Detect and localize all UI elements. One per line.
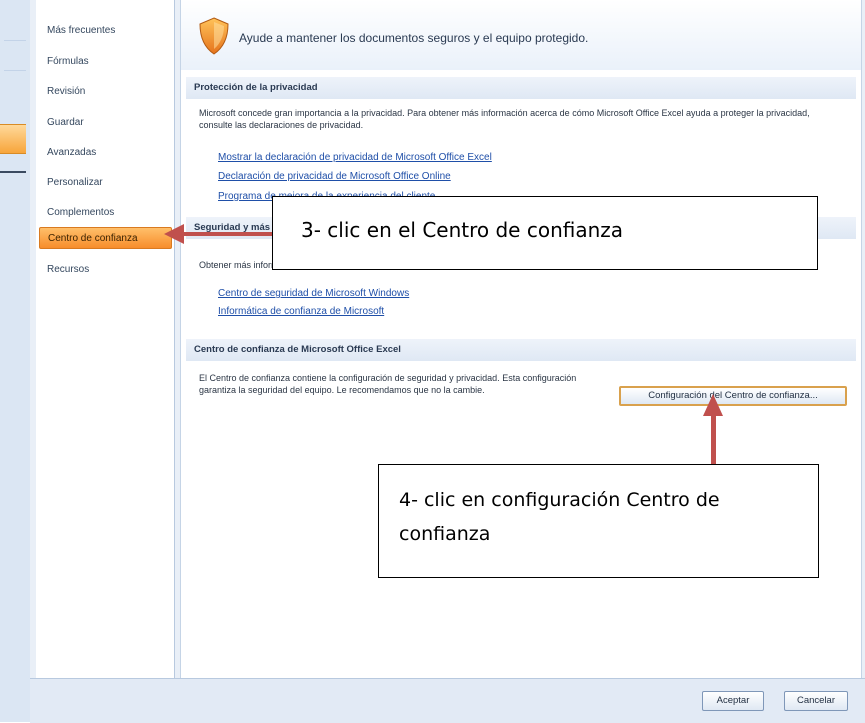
annotation-step-3-text: 3- clic en el Centro de confianza xyxy=(301,218,624,242)
header-text: Ayude a mantener los documentos seguros … xyxy=(239,31,589,45)
cancel-button[interactable]: Cancelar xyxy=(784,691,848,711)
link-trustworthy-computing[interactable]: Informática de confianza de Microsoft xyxy=(218,306,384,317)
nav-item-mas-frecuentes[interactable]: Más frecuentes xyxy=(39,20,172,42)
annotation-arrowhead-4 xyxy=(703,394,723,416)
nav-item-centro-de-confianza[interactable]: Centro de confianza xyxy=(39,227,172,249)
annotation-arrowhead-3 xyxy=(164,224,184,244)
annotation-arrow-3 xyxy=(184,232,272,236)
trust-center-settings-button[interactable]: Configuración del Centro de confianza... xyxy=(619,386,847,406)
shield-icon xyxy=(199,17,229,55)
link-privacy-statement-online[interactable]: Declaración de privacidad de Microsoft O… xyxy=(218,171,451,182)
strip-divider xyxy=(4,40,26,41)
nav-item-complementos[interactable]: Complementos xyxy=(39,202,172,224)
nav-item-personalizar[interactable]: Personalizar xyxy=(39,172,172,194)
nav-item-avanzadas[interactable]: Avanzadas xyxy=(39,142,172,164)
dialog-footer: Aceptar Cancelar xyxy=(30,678,865,723)
nav-item-revision[interactable]: Revisión xyxy=(39,81,172,103)
ok-button[interactable]: Aceptar xyxy=(702,691,764,711)
annotation-step-3: 3- clic en el Centro de confianza xyxy=(272,196,818,270)
excel-background-strip xyxy=(0,0,31,722)
content-header: Ayude a mantener los documentos seguros … xyxy=(181,0,861,70)
trust-center-description: El Centro de confianza contiene la confi… xyxy=(199,373,577,395)
strip-divider xyxy=(0,171,26,173)
excel-options-dialog: Más frecuentes Fórmulas Revisión Guardar… xyxy=(30,0,865,723)
section-title-privacy: Protección de la privacidad xyxy=(186,77,856,99)
privacy-description: Microsoft concede gran importancia a la … xyxy=(199,108,810,130)
strip-divider xyxy=(4,70,26,71)
link-privacy-statement-excel[interactable]: Mostrar la declaración de privacidad de … xyxy=(218,152,492,163)
nav-item-guardar[interactable]: Guardar xyxy=(39,112,172,134)
section-title-trust-center: Centro de confianza de Microsoft Office … xyxy=(186,339,856,361)
annotation-step-4: 4- clic en configuración Centro de confi… xyxy=(378,464,819,578)
options-nav: Más frecuentes Fórmulas Revisión Guardar… xyxy=(36,0,175,678)
nav-item-recursos[interactable]: Recursos xyxy=(39,259,172,281)
nav-item-formulas[interactable]: Fórmulas xyxy=(39,51,172,73)
annotation-step-4-text: 4- clic en configuración Centro de confi… xyxy=(399,489,720,545)
annotation-arrow-4 xyxy=(711,414,716,464)
link-windows-security-center[interactable]: Centro de seguridad de Microsoft Windows xyxy=(218,288,409,299)
strip-highlight xyxy=(0,124,26,154)
